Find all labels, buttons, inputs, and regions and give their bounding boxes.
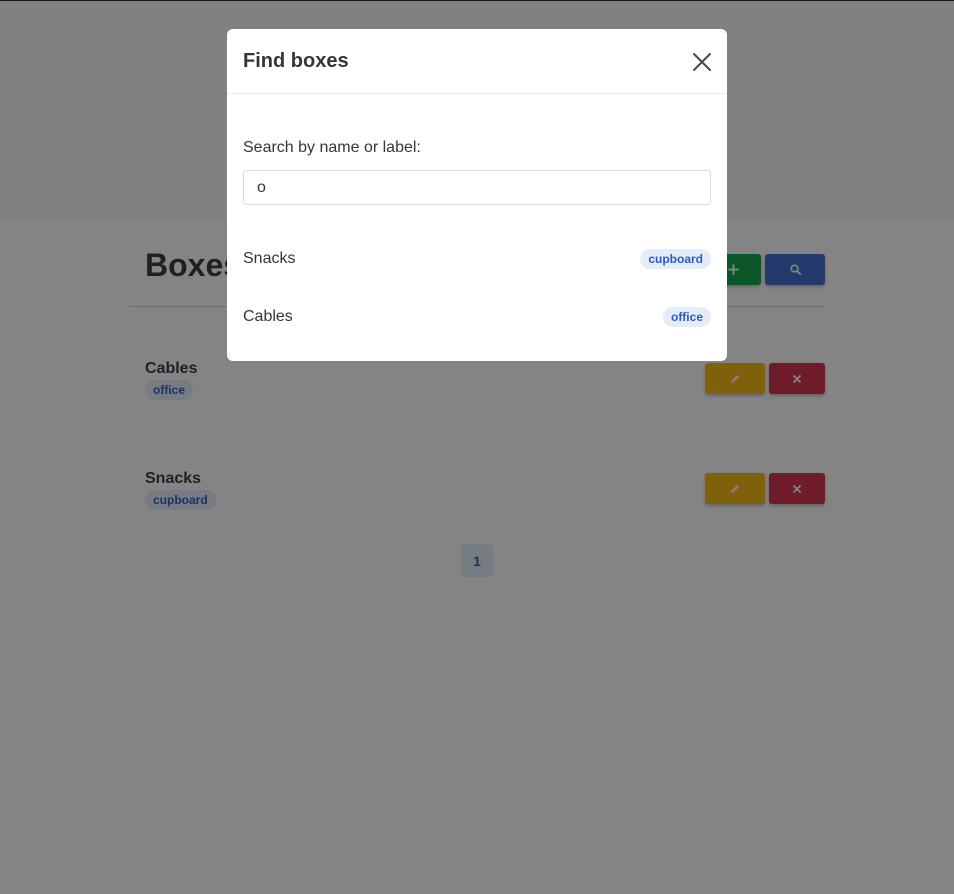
result-name: Cables: [243, 308, 293, 325]
search-input[interactable]: [243, 170, 711, 205]
modal-header: Find boxes: [227, 29, 727, 94]
result-label-tag: office: [662, 307, 711, 327]
find-boxes-modal: Find boxes Search by name or label: Snac…: [227, 29, 727, 361]
close-modal-button[interactable]: [691, 51, 713, 73]
modal-title: Find boxes: [243, 50, 349, 72]
search-label: Search by name or label:: [243, 139, 421, 156]
result-label-tag: cupboard: [640, 249, 711, 269]
close-icon: [693, 53, 711, 71]
result-name: Snacks: [243, 250, 296, 267]
search-result-item[interactable]: Cables office: [243, 305, 711, 329]
search-result-item[interactable]: Snacks cupboard: [243, 247, 711, 271]
